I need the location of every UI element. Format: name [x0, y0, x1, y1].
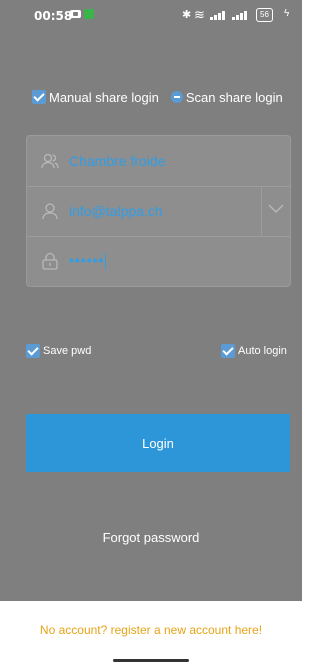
account-dropdown[interactable]	[261, 186, 291, 236]
manual-share-checkbox[interactable]	[32, 90, 46, 104]
register-bar: No account? register a new account here!	[0, 601, 302, 666]
login-form: Chambre froide info@talppa.ch ••••••	[26, 135, 291, 287]
login-screen: 00:58 ✱ ≋ 56 ϟ Manual share login Scan s…	[0, 0, 302, 666]
save-pwd-label[interactable]: Save pwd	[43, 345, 91, 357]
forgot-password-link[interactable]: Forgot password	[0, 530, 302, 545]
password-mask: ••••••	[69, 252, 105, 268]
email-value: info@talppa.ch	[69, 203, 163, 219]
register-link[interactable]: No account? register a new account here!	[0, 623, 302, 637]
save-pwd-checkbox[interactable]	[26, 344, 40, 358]
scan-share-option[interactable]: Scan share login	[170, 90, 283, 105]
gesture-nav-bar[interactable]	[113, 659, 189, 662]
scan-share-radio[interactable]	[170, 91, 183, 103]
user-group-icon	[41, 153, 59, 169]
login-type-row: Manual share login Scan share login	[32, 88, 283, 106]
manual-share-label[interactable]: Manual share login	[49, 90, 159, 105]
scan-share-label[interactable]: Scan share login	[186, 90, 283, 105]
auto-login-option[interactable]: Auto login	[221, 344, 287, 358]
charging-icon: ϟ	[284, 8, 290, 19]
notification-icon	[70, 10, 81, 18]
login-button[interactable]: Login	[26, 414, 290, 472]
save-pwd-option[interactable]: Save pwd	[26, 344, 91, 358]
chevron-down-icon	[268, 204, 284, 213]
password-value: ••••••	[69, 252, 107, 270]
app-notification-icon	[84, 9, 94, 19]
bluetooth-icon: ✱	[182, 9, 192, 21]
lock-icon	[42, 252, 58, 270]
auto-login-label[interactable]: Auto login	[238, 345, 287, 357]
email-field[interactable]: info@talppa.ch	[27, 186, 290, 237]
device-name-value: Chambre froide	[69, 153, 166, 169]
text-cursor	[105, 253, 107, 270]
signal-icon	[210, 10, 230, 20]
auto-login-checkbox[interactable]	[221, 344, 235, 358]
user-icon	[42, 203, 58, 220]
password-field[interactable]: ••••••	[27, 236, 290, 286]
device-name-field[interactable]: Chambre froide	[27, 136, 290, 187]
wifi-icon: ≋	[194, 7, 205, 22]
status-bar: 00:58 ✱ ≋ 56 ϟ	[0, 0, 302, 32]
status-time: 00:58	[34, 9, 73, 23]
battery-icon: 56	[256, 8, 273, 22]
signal-icon-2	[232, 10, 252, 20]
